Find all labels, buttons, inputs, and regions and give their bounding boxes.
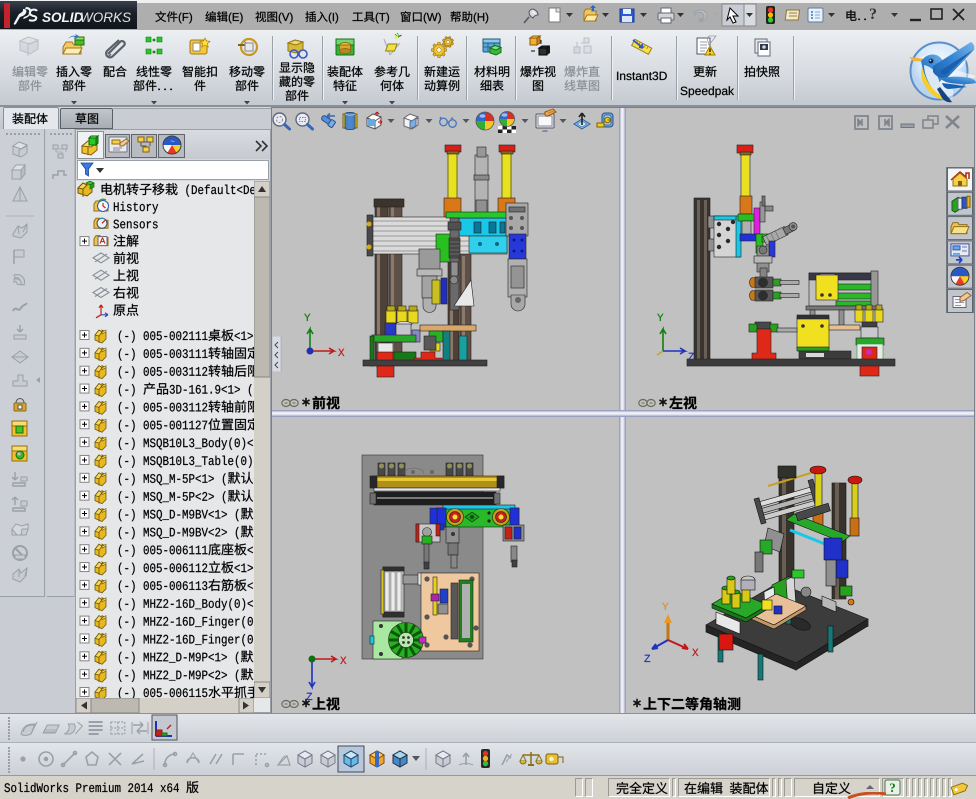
svg-text:?: ? <box>889 780 896 795</box>
